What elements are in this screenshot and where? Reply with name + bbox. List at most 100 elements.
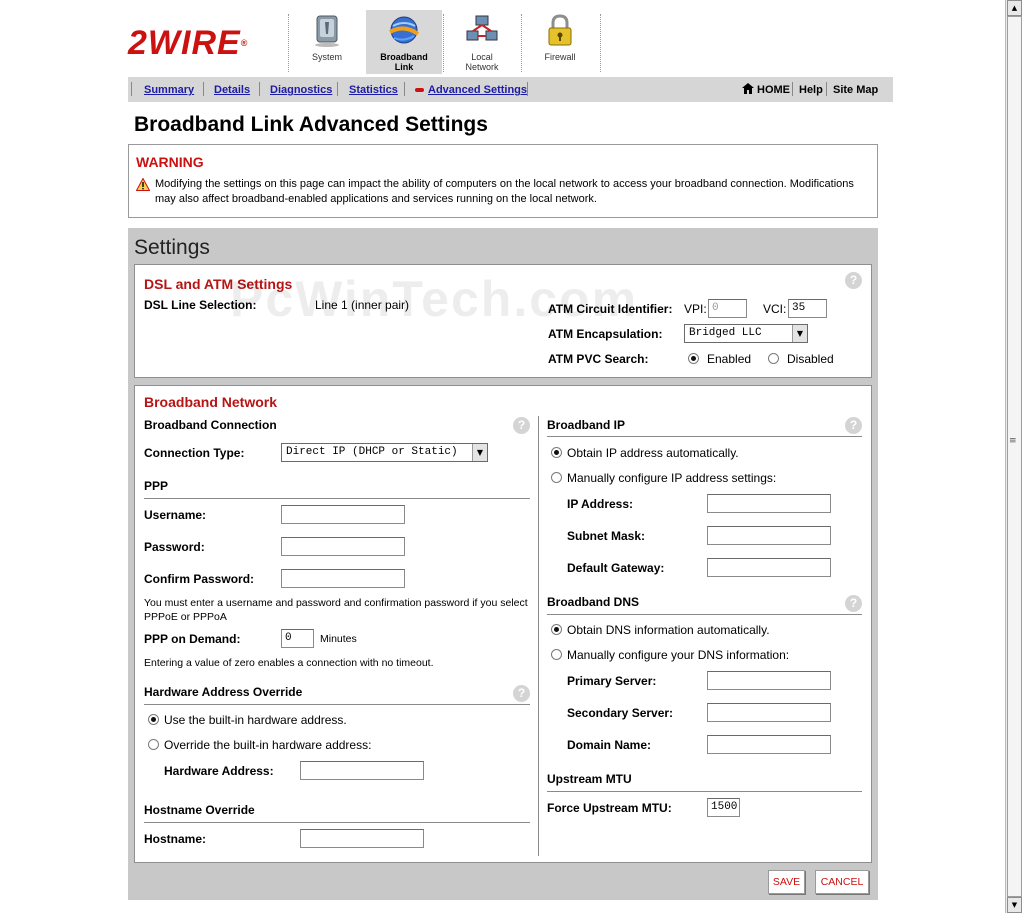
nav-details[interactable]: Details — [214, 84, 250, 96]
tab-broadband-label2: Link — [394, 62, 414, 72]
nav-diagnostics[interactable]: Diagnostics — [270, 84, 332, 96]
cancel-button[interactable]: CANCEL — [815, 870, 869, 894]
tab-system[interactable]: System — [289, 10, 365, 74]
settings-area: Settings DSL and ATM Settings ? DSL Line… — [128, 228, 878, 900]
hardware-address-input[interactable] — [300, 761, 424, 780]
ip-address-input[interactable] — [707, 494, 831, 513]
nav-advanced-settings[interactable]: Advanced Settings — [428, 84, 527, 96]
ip-divider — [547, 436, 862, 437]
connection-type-label: Connection Type: — [144, 446, 245, 460]
connection-type-select[interactable]: Direct IP (DHCP or Static) ▼ — [281, 443, 488, 462]
hardware-help-icon[interactable]: ? — [513, 685, 530, 702]
nav-separator — [826, 82, 827, 96]
dsl-help-icon[interactable]: ? — [845, 272, 862, 289]
local-network-icon — [466, 15, 498, 41]
nav-help[interactable]: Help — [799, 84, 823, 96]
scrollbar-thumb[interactable] — [1007, 16, 1022, 897]
nav-summary[interactable]: Summary — [144, 84, 194, 96]
vci-input[interactable]: 35 — [788, 299, 827, 318]
force-mtu-input[interactable]: 1500 — [707, 798, 740, 817]
scroll-up-arrow-icon[interactable]: ▲ — [1007, 0, 1022, 16]
atm-encapsulation-select[interactable]: Bridged LLC ▼ — [684, 324, 808, 343]
hostname-input[interactable] — [300, 829, 424, 848]
override-hw-radio[interactable] — [148, 739, 159, 750]
ppp-note: You must enter a username and password a… — [144, 597, 528, 623]
nav-site-map[interactable]: Site Map — [833, 84, 878, 96]
header-divider — [600, 14, 601, 72]
hardware-address-label: Hardware Address: — [164, 764, 274, 778]
scroll-grip-icon: ≡ — [1009, 436, 1017, 446]
confirm-password-input[interactable] — [281, 569, 405, 588]
broadband-ip-heading: Broadband IP — [547, 418, 626, 432]
minutes-label: Minutes — [320, 633, 357, 645]
settings-title: Settings — [134, 236, 210, 259]
vertical-scrollbar[interactable]: ▲ ≡ ▼ — [1005, 0, 1022, 913]
dns-divider — [547, 614, 862, 615]
confirm-password-label: Confirm Password: — [144, 572, 255, 586]
nav-statistics[interactable]: Statistics — [349, 84, 398, 96]
force-mtu-label: Force Upstream MTU: — [547, 801, 672, 815]
sub-navigation: Summary Details Diagnostics Statistics A… — [128, 77, 893, 102]
broadband-dns-heading: Broadband DNS — [547, 595, 640, 609]
tab-system-label: System — [311, 52, 342, 62]
mtu-divider — [547, 791, 862, 792]
primary-server-label: Primary Server: — [567, 674, 657, 688]
padlock-icon — [548, 14, 572, 46]
ip-auto-radio[interactable] — [551, 447, 562, 458]
primary-server-input[interactable] — [707, 671, 831, 690]
password-input[interactable] — [281, 537, 405, 556]
tab-firewall[interactable]: Firewall — [522, 10, 598, 74]
password-label: Password: — [144, 540, 205, 554]
warning-icon — [136, 178, 150, 191]
domain-name-label: Domain Name: — [567, 738, 652, 752]
dns-manual-radio[interactable] — [551, 649, 562, 660]
tab-local-label1: Local — [471, 52, 493, 62]
dns-auto-label: Obtain DNS information automatically. — [567, 623, 770, 637]
connection-help-icon[interactable]: ? — [513, 417, 530, 434]
builtin-hw-label: Use the built-in hardware address. — [164, 713, 347, 727]
ppp-on-demand-input[interactable]: 0 — [281, 629, 314, 648]
brand-logo[interactable]: 2WIRE® — [128, 26, 248, 60]
tab-broadband-link[interactable]: Broadband Link — [366, 10, 442, 74]
atm-pvc-search-label: ATM PVC Search: — [548, 352, 649, 366]
active-indicator-icon — [415, 88, 424, 92]
tab-local-network[interactable]: Local Network — [444, 10, 520, 74]
dns-auto-radio[interactable] — [551, 624, 562, 635]
tab-local-label2: Network — [465, 62, 499, 72]
builtin-hw-radio[interactable] — [148, 714, 159, 725]
hostname-divider — [144, 822, 530, 823]
upstream-mtu-heading: Upstream MTU — [547, 772, 632, 786]
username-input[interactable] — [281, 505, 405, 524]
username-label: Username: — [144, 508, 207, 522]
override-hw-label: Override the built-in hardware address: — [164, 738, 372, 752]
nav-separator — [259, 82, 260, 96]
pvc-disabled-radio[interactable] — [768, 353, 779, 364]
ip-manual-label: Manually configure IP address settings: — [567, 471, 777, 485]
ip-manual-radio[interactable] — [551, 472, 562, 483]
ppp-heading: PPP — [144, 479, 169, 493]
dns-manual-label: Manually configure your DNS information: — [567, 648, 790, 662]
tab-broadband-label1: Broadband — [380, 52, 428, 62]
ip-address-label: IP Address: — [567, 497, 634, 511]
subnet-mask-label: Subnet Mask: — [567, 529, 646, 543]
ip-auto-label: Obtain IP address automatically. — [567, 446, 739, 460]
subnet-mask-input[interactable] — [707, 526, 831, 545]
ip-help-icon[interactable]: ? — [845, 417, 862, 434]
broadband-network-panel: Broadband Network Broadband Connection ?… — [134, 385, 872, 863]
home-icon[interactable] — [742, 83, 754, 94]
vpi-input[interactable]: 0 — [708, 299, 747, 318]
save-button[interactable]: SAVE — [768, 870, 805, 894]
default-gateway-input[interactable] — [707, 558, 831, 577]
column-divider — [538, 416, 539, 856]
scroll-down-arrow-icon[interactable]: ▼ — [1007, 897, 1022, 913]
domain-name-input[interactable] — [707, 735, 831, 754]
timeout-note: Entering a value of zero enables a conne… — [144, 657, 434, 669]
pvc-enabled-radio[interactable] — [688, 353, 699, 364]
chevron-down-icon: ▼ — [472, 444, 487, 461]
connection-type-value: Direct IP (DHCP or Static) — [286, 446, 458, 458]
secondary-server-input[interactable] — [707, 703, 831, 722]
nav-home[interactable]: HOME — [757, 84, 790, 96]
dns-help-icon[interactable]: ? — [845, 595, 862, 612]
atm-encapsulation-value: Bridged LLC — [689, 327, 762, 339]
nav-separator — [131, 82, 132, 96]
